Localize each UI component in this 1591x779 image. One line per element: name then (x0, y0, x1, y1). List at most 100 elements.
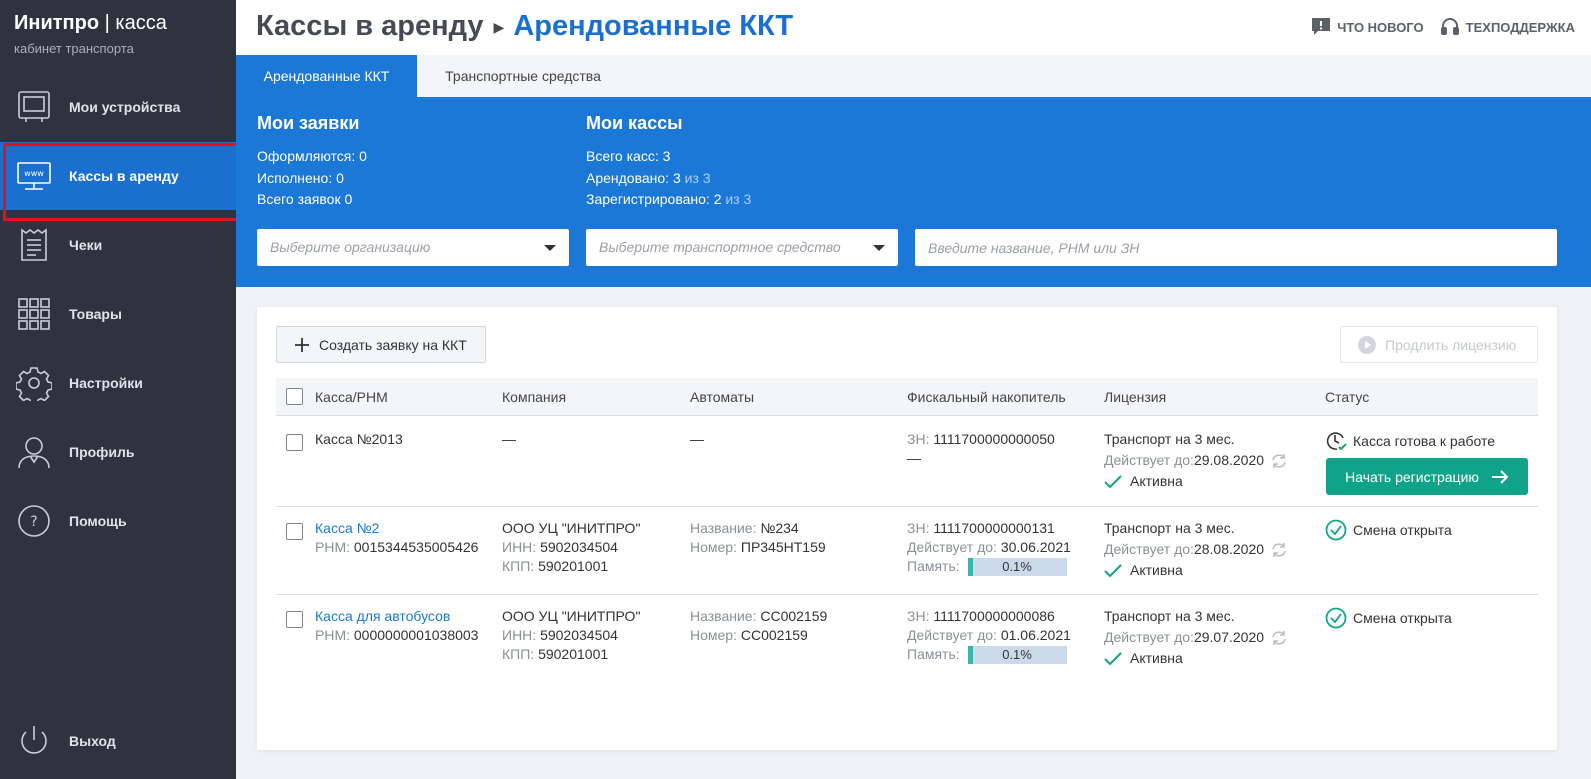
table-row[interactable]: Касса №2013 — — ЗН: 1111700000000050 — Т… (276, 416, 1538, 507)
clock-check-icon (1326, 432, 1347, 451)
start-registration-label: Начать регистрацию (1345, 468, 1479, 485)
plus-icon (295, 337, 309, 352)
register-status: Смена открыта (1325, 519, 1452, 541)
check-icon (1104, 651, 1122, 665)
brand-product: касса (115, 12, 167, 34)
whats-new-link[interactable]: ЧТО НОВОГО (1311, 17, 1424, 37)
requests-total: Всего заявок 0 (257, 191, 353, 207)
register-link[interactable]: Касса для автобусов (315, 607, 478, 626)
sidebar-item-label: Профиль (69, 444, 135, 460)
row-checkbox[interactable] (286, 611, 303, 628)
column-header[interactable]: Фискальный накопитель (907, 389, 1066, 405)
select-all-checkbox[interactable] (286, 388, 303, 405)
requests-done: Исполнено: 0 (257, 169, 344, 186)
sidebar-item-receipts[interactable]: Чеки (0, 211, 236, 279)
column-header[interactable]: Лицензия (1104, 389, 1166, 405)
brand-name: Инитпро (14, 12, 100, 34)
play-circle-icon (1358, 335, 1376, 354)
registers-title: Мои кассы (586, 113, 683, 133)
sidebar-item-logout[interactable]: Выход (0, 707, 236, 775)
check-circle-icon (1325, 519, 1347, 541)
register-id: Касса для автобусов РНМ: 000000000103800… (315, 607, 479, 643)
column-header[interactable]: Компания (502, 389, 566, 405)
start-registration-button[interactable]: Начать регистрацию (1326, 458, 1528, 495)
top-header: Кассы в аренду ▶ Арендованные ККТ ЧТО НОВО… (236, 0, 1591, 55)
column-header[interactable]: Автоматы (690, 389, 754, 405)
organization-select-placeholder: Выберите организацию (270, 239, 431, 255)
search-field[interactable] (915, 229, 1557, 266)
table-row[interactable]: Касса для автобусов РНМ: 000000000103800… (276, 595, 1538, 683)
create-request-button[interactable]: Создать заявку на ККТ (276, 326, 486, 363)
check-icon (1104, 563, 1122, 577)
sidebar-item-label: Помощь (69, 513, 127, 529)
row-checkbox[interactable] (286, 523, 303, 540)
support-link[interactable]: ТЕХПОДДЕРЖКА (1440, 17, 1575, 37)
tab-rented-kkt[interactable]: Арендованные ККТ (236, 55, 417, 97)
column-header[interactable]: Касса/РНМ (315, 389, 388, 405)
register-name: Касса №2013 (315, 431, 403, 447)
machine-info: Название: СС002159 Номер: СС002159 (690, 608, 828, 643)
sidebar-item-label: Мои устройства (69, 99, 181, 115)
register-status: Касса готова к работе (1325, 430, 1495, 452)
organization-select[interactable]: Выберите организацию (257, 229, 569, 266)
registers-table: Касса/РНМ Компания Автоматы Фискальный н… (276, 378, 1538, 683)
renew-icon[interactable] (1270, 541, 1288, 559)
row-checkbox[interactable] (286, 434, 303, 451)
requests-processing: Оформляются: 0 (257, 148, 367, 164)
register-link[interactable]: Касса №2 (315, 519, 478, 538)
sidebar-item-label: Чеки (69, 237, 103, 253)
renew-icon[interactable] (1270, 452, 1288, 470)
company-info: ООО УЦ "ИНИТПРО" ИНН: 5902034504 КПП: 59… (502, 520, 641, 574)
registers-registered: Зарегистрировано: 2 из 3 (586, 191, 752, 207)
registers-rented: Арендовано: 3 из 3 (586, 169, 711, 186)
header-links: ЧТО НОВОГО ТЕХПОДДЕРЖКА (1311, 17, 1575, 37)
sidebar-item-settings[interactable]: Настройки (0, 349, 236, 417)
check-icon (1104, 474, 1122, 488)
create-request-label: Создать заявку на ККТ (319, 336, 467, 353)
brand-title: Инитпро | касса (14, 12, 167, 34)
user-icon (18, 437, 50, 469)
license-info: Транспорт на 3 мес. Действует до:28.08.2… (1104, 519, 1288, 580)
monitor-icon (18, 91, 50, 122)
sidebar-item-devices[interactable]: Мои устройства (0, 73, 236, 141)
brand-subtitle: кабинет транспорта (14, 41, 134, 56)
vehicle-select[interactable]: Выберите транспортное средство (586, 229, 898, 266)
summary-panel: Мои заявки Оформляются: 0 Исполнено: 0 В… (236, 97, 1591, 287)
sidebar-item-label: Кассы в аренду (69, 168, 179, 184)
search-input[interactable] (928, 229, 1557, 266)
registers-total: Всего касс: 3 (586, 148, 671, 164)
sidebar-item-products[interactable]: Товары (0, 280, 236, 348)
sidebar-item-label: Настройки (69, 375, 143, 391)
svg-text:www: www (24, 169, 44, 178)
requests-title: Мои заявки (257, 113, 360, 133)
sidebar-item-profile[interactable]: Профиль (0, 418, 236, 486)
gear-icon (16, 367, 52, 401)
announcement-icon (1312, 18, 1331, 35)
check-circle-icon (1325, 607, 1347, 629)
receipt-icon (21, 228, 47, 261)
tab-vehicles[interactable]: Транспортные средства (417, 55, 629, 97)
sidebar-item-help[interactable]: ? Помощь (0, 487, 236, 555)
company-name: — (502, 431, 516, 447)
svg-text:?: ? (30, 514, 37, 530)
brand: Инитпро | касса кабинет транспорта (14, 12, 167, 56)
sidebar-item-label: Товары (69, 306, 122, 322)
page-title: Арендованные ККТ (513, 10, 794, 42)
extend-license-button[interactable]: Продлить лицензию (1340, 326, 1538, 363)
machine-info: Название: №234 Номер: ПР345НТ159 (690, 520, 826, 555)
sidebar-item-label: Выход (69, 733, 116, 749)
vehicle-select-placeholder: Выберите транспортное средство (599, 239, 841, 255)
memory-bar: 0.1% (967, 558, 1067, 577)
whats-new-label: ЧТО НОВОГО (1337, 19, 1424, 35)
table-header: Касса/РНМ Компания Автоматы Фискальный н… (276, 378, 1538, 416)
tab-bar: Арендованные ККТ Транспортные средства (236, 55, 1591, 97)
grid-icon (18, 298, 50, 330)
column-header[interactable]: Статус (1325, 389, 1369, 405)
breadcrumb-parent[interactable]: Кассы в аренду (256, 10, 484, 42)
renew-icon[interactable] (1270, 629, 1288, 647)
breadcrumb-separator-icon: ▶ (493, 18, 505, 35)
power-icon (21, 726, 47, 754)
table-row[interactable]: Касса №2 РНМ: 0015344535005426 ООО УЦ "И… (276, 507, 1538, 595)
chevron-down-icon (873, 245, 885, 251)
sidebar-item-rent[interactable]: www Кассы в аренду (0, 142, 247, 221)
